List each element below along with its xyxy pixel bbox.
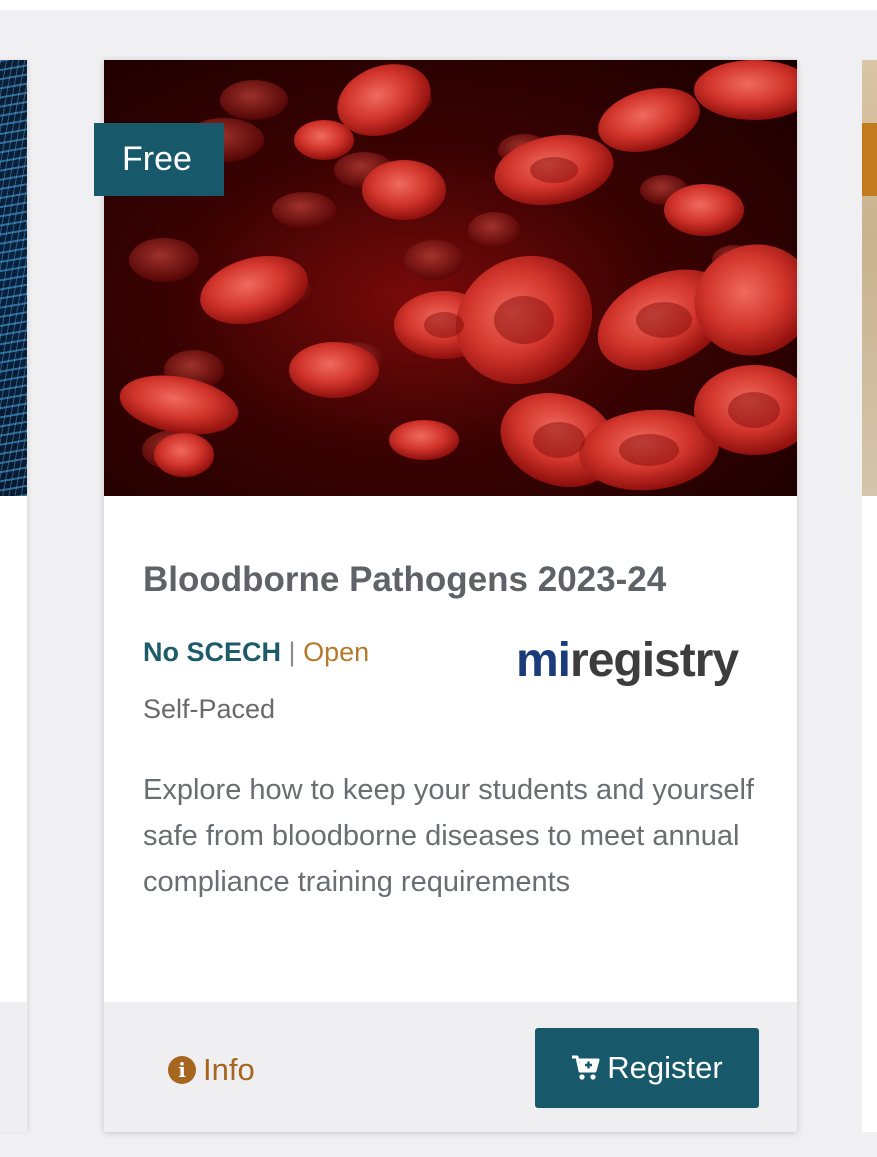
logo-text-mi: mi xyxy=(516,634,570,687)
credit-label: No SCECH xyxy=(143,637,282,667)
info-link[interactable]: i Info xyxy=(168,1052,255,1088)
top-strip xyxy=(0,0,877,10)
price-badge: Free xyxy=(94,123,224,196)
cart-plus-icon xyxy=(572,1055,600,1080)
course-meta: No SCECH | Open xyxy=(143,637,369,668)
register-button[interactable]: Register xyxy=(535,1028,759,1108)
card-footer: i Info Register xyxy=(104,1002,797,1132)
svg-text:miregistry: miregistry xyxy=(516,634,739,687)
previous-course-image xyxy=(0,60,27,496)
register-label: Register xyxy=(607,1050,723,1085)
enrollment-status: Open xyxy=(303,637,370,667)
provider-logo: miregistry xyxy=(516,634,740,687)
next-course-badge xyxy=(862,123,877,196)
course-description: Explore how to keep your students and yo… xyxy=(143,774,754,898)
logo-text-registry: registry xyxy=(570,634,739,687)
course-title[interactable]: Bloodborne Pathogens 2023-24 xyxy=(143,560,666,600)
meta-separator: | xyxy=(288,637,296,667)
course-pace: Self-Paced xyxy=(143,694,276,724)
previous-course-card[interactable] xyxy=(0,60,27,1132)
course-card[interactable]: Free Bloodborne Pathogens 2023-24 No SCE… xyxy=(94,60,797,1132)
info-circle-icon: i xyxy=(168,1056,196,1084)
previous-course-footer xyxy=(0,1002,27,1132)
next-course-card[interactable] xyxy=(862,60,877,1132)
info-label: Info xyxy=(203,1052,255,1087)
